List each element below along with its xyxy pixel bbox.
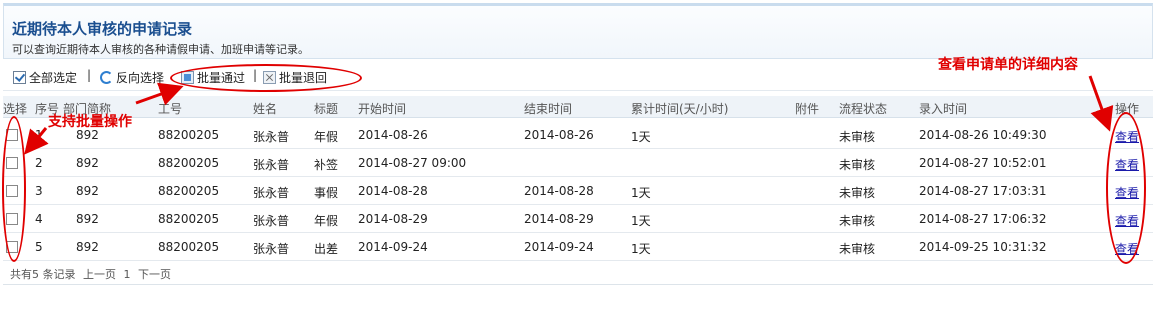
cell-index: 1 — [35, 128, 43, 142]
cell-index: 5 — [35, 240, 43, 254]
prev-page-link[interactable]: 上一页 — [83, 268, 116, 281]
invert-selection-label: 反向选择 — [116, 70, 165, 85]
cell-status: 未审核 — [839, 130, 876, 144]
cell-name: 张永普 — [253, 214, 290, 228]
footer-divider — [3, 284, 1153, 285]
column-header-action: 操作 — [1115, 102, 1140, 116]
view-link[interactable]: 查看 — [1115, 156, 1139, 173]
view-link[interactable]: 查看 — [1115, 212, 1139, 229]
view-link[interactable]: 查看 — [1115, 128, 1139, 145]
cell-dept: 892 — [76, 240, 99, 254]
cell-title: 年假 — [314, 130, 339, 144]
column-header-select: 选择 — [3, 102, 28, 116]
next-page-link[interactable]: 下一页 — [138, 268, 171, 281]
row-checkbox[interactable] — [6, 157, 18, 169]
cell-title: 补签 — [314, 158, 339, 172]
batch-approve-button[interactable]: 批量通过 — [181, 69, 245, 85]
cell-end: 2014-08-28 — [524, 184, 594, 198]
column-header-attachment: 附件 — [795, 102, 820, 116]
cell-entered: 2014-09-25 10:31:32 — [919, 240, 1047, 254]
cell-emp-no: 88200205 — [158, 212, 220, 226]
view-link[interactable]: 查看 — [1115, 240, 1139, 257]
cell-name: 张永普 — [253, 130, 290, 144]
cell-name: 张永普 — [253, 158, 290, 172]
cell-start: 2014-08-26 — [358, 128, 428, 142]
annotation-detail-note: 查看申请单的详细内容 — [938, 57, 1078, 73]
column-header-status: 流程状态 — [839, 102, 888, 116]
row-checkbox[interactable] — [6, 213, 18, 225]
cell-dept: 892 — [76, 184, 99, 198]
page-subtitle: 可以查询近期待本人审核的各种请假申请、加班申请等记录。 — [12, 43, 309, 56]
column-header-start: 开始时间 — [358, 102, 407, 116]
table-row: 4 892 88200205 张永普 年假 2014-08-29 2014-08… — [3, 205, 1153, 233]
annotation-batch-note: 支持批量操作 — [48, 114, 132, 130]
cell-index: 4 — [35, 212, 43, 226]
toolbar-separator: | — [87, 68, 92, 82]
cell-duration: 1天 — [631, 214, 651, 228]
cell-emp-no: 88200205 — [158, 184, 220, 198]
column-header-emp-no: 工号 — [158, 102, 183, 116]
cell-name: 张永普 — [253, 242, 290, 256]
table-row: 5 892 88200205 张永普 出差 2014-09-24 2014-09… — [3, 233, 1153, 261]
column-header-duration: 累计时间(天/小时) — [631, 102, 729, 116]
cell-entered: 2014-08-27 17:03:31 — [919, 184, 1047, 198]
cell-end: 2014-08-26 — [524, 128, 594, 142]
cell-dept: 892 — [76, 156, 99, 170]
cell-status: 未审核 — [839, 214, 876, 228]
cell-title: 出差 — [314, 242, 339, 256]
reject-icon — [263, 70, 276, 84]
cell-index: 2 — [35, 156, 43, 170]
table-row: 1 892 88200205 张永普 年假 2014-08-26 2014-08… — [3, 121, 1153, 149]
row-checkbox[interactable] — [6, 129, 18, 141]
cell-end: 2014-09-24 — [524, 240, 594, 254]
view-link[interactable]: 查看 — [1115, 184, 1139, 201]
page-title: 近期待本人审核的申请记录 — [12, 20, 193, 38]
column-header-entered: 录入时间 — [919, 102, 968, 116]
cell-duration: 1天 — [631, 242, 651, 256]
cell-entered: 2014-08-27 17:06:32 — [919, 212, 1047, 226]
select-all-button[interactable]: 全部选定 — [13, 69, 77, 85]
row-checkbox[interactable] — [6, 241, 18, 253]
column-header-end: 结束时间 — [524, 102, 573, 116]
cell-start: 2014-08-27 09:00 — [358, 156, 467, 170]
cell-title: 事假 — [314, 186, 339, 200]
invert-selection-button[interactable]: 反向选择 — [100, 69, 164, 85]
pager: 共有5 条记录 上一页 1 下一页 — [10, 266, 175, 282]
batch-reject-label: 批量退回 — [279, 70, 328, 85]
cell-emp-no: 88200205 — [158, 156, 220, 170]
cell-duration: 1天 — [631, 130, 651, 144]
checkbox-checked-icon — [13, 70, 26, 84]
cell-start: 2014-08-29 — [358, 212, 428, 226]
select-all-label: 全部选定 — [29, 70, 78, 85]
cell-status: 未审核 — [839, 158, 876, 172]
current-page: 1 — [123, 268, 131, 281]
cell-status: 未审核 — [839, 242, 876, 256]
cell-emp-no: 88200205 — [158, 128, 220, 142]
cell-start: 2014-09-24 — [358, 240, 428, 254]
cell-name: 张永普 — [253, 186, 290, 200]
cell-start: 2014-08-28 — [358, 184, 428, 198]
cell-dept: 892 — [76, 212, 99, 226]
toolbar-separator: | — [253, 68, 258, 82]
cell-title: 年假 — [314, 214, 339, 228]
table-header: 选择 序号 部门简称 工号 姓名 标题 开始时间 结束时间 累计时间(天/小时)… — [3, 96, 1153, 118]
cell-status: 未审核 — [839, 186, 876, 200]
cell-end: 2014-08-29 — [524, 212, 594, 226]
row-checkbox[interactable] — [6, 185, 18, 197]
column-header-title: 标题 — [314, 102, 339, 116]
approve-icon — [181, 70, 194, 84]
cell-entered: 2014-08-27 10:52:01 — [919, 156, 1047, 170]
cell-duration: 1天 — [631, 186, 651, 200]
page-header: 近期待本人审核的申请记录 可以查询近期待本人审核的各种请假申请、加班申请等记录。 — [3, 3, 1153, 59]
cell-index: 3 — [35, 184, 43, 198]
column-header-name: 姓名 — [253, 102, 278, 116]
cell-entered: 2014-08-26 10:49:30 — [919, 128, 1047, 142]
table-row: 3 892 88200205 张永普 事假 2014-08-28 2014-08… — [3, 177, 1153, 205]
refresh-icon — [100, 70, 113, 84]
record-count: 共有5 条记录 — [10, 268, 76, 281]
batch-approve-label: 批量通过 — [197, 70, 246, 85]
cell-emp-no: 88200205 — [158, 240, 220, 254]
table-row: 2 892 88200205 张永普 补签 2014-08-27 09:00 未… — [3, 149, 1153, 177]
batch-reject-button[interactable]: 批量退回 — [263, 69, 327, 85]
